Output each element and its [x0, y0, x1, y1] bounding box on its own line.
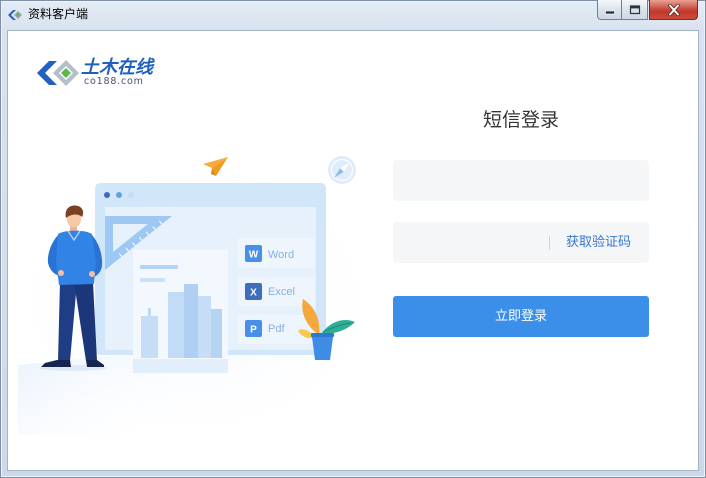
man-shirt: [56, 230, 96, 285]
word-badge-letter: W: [249, 250, 259, 261]
compass-icon: [328, 156, 356, 184]
building: [184, 284, 198, 358]
login-button[interactable]: 立即登录: [393, 296, 649, 337]
pdf-label: Pdf: [268, 323, 285, 335]
pot-rim: [311, 333, 334, 337]
get-code-button[interactable]: 获取验证码: [566, 222, 631, 263]
phone-input[interactable]: [393, 160, 649, 201]
verification-code-field[interactable]: 获取验证码: [393, 222, 649, 263]
browser-dot: [116, 192, 122, 198]
verification-code-input[interactable]: [393, 222, 549, 263]
word-label: Word: [268, 249, 294, 261]
pdf-badge-letter: P: [250, 325, 257, 336]
man-right-hand: [89, 271, 95, 277]
minimize-button[interactable]: [597, 0, 622, 20]
excel-badge-letter: X: [250, 288, 257, 299]
card-platform: [133, 359, 228, 373]
file-type-word: W Word: [238, 238, 315, 268]
phone-field[interactable]: [393, 160, 649, 201]
minimize-icon: [604, 10, 615, 14]
file-type-list: W Word X Excel P Pdf: [238, 238, 315, 344]
app-window: 资料客户端 土木在线 co188.com W Word X Excel P Pd…: [0, 0, 706, 478]
brand-domain: co188.com: [84, 76, 144, 87]
login-illustration: W Word X Excel P Pdf: [15, 145, 375, 435]
close-icon: [667, 3, 680, 16]
maximize-button[interactable]: [622, 0, 648, 20]
card-line: [140, 265, 178, 269]
brand-logo-icon: [37, 60, 79, 86]
document-card: [133, 250, 228, 358]
excel-label: Excel: [268, 286, 295, 298]
building: [168, 292, 184, 358]
login-title: 短信登录: [482, 109, 559, 131]
browser-dot: [104, 192, 110, 198]
maximize-icon: [629, 4, 640, 14]
browser-dot: [128, 192, 134, 198]
building: [198, 296, 211, 358]
pot-body: [312, 337, 333, 360]
brand-name: 土木在线: [81, 57, 153, 78]
man-left-hand: [58, 270, 64, 276]
card-line: [140, 278, 165, 282]
building: [211, 309, 222, 358]
close-button[interactable]: [649, 0, 698, 20]
field-divider: [549, 236, 550, 250]
window-title: 资料客户端: [28, 7, 89, 21]
building-antenna: [148, 308, 151, 316]
sms-login-form: 短信登录 获取验证码 立即登录: [393, 109, 649, 337]
app-logo-icon: [8, 10, 22, 20]
building: [141, 316, 158, 358]
window-content: 土木在线 co188.com W Word X Excel P Pdf 短信登录…: [7, 30, 699, 471]
